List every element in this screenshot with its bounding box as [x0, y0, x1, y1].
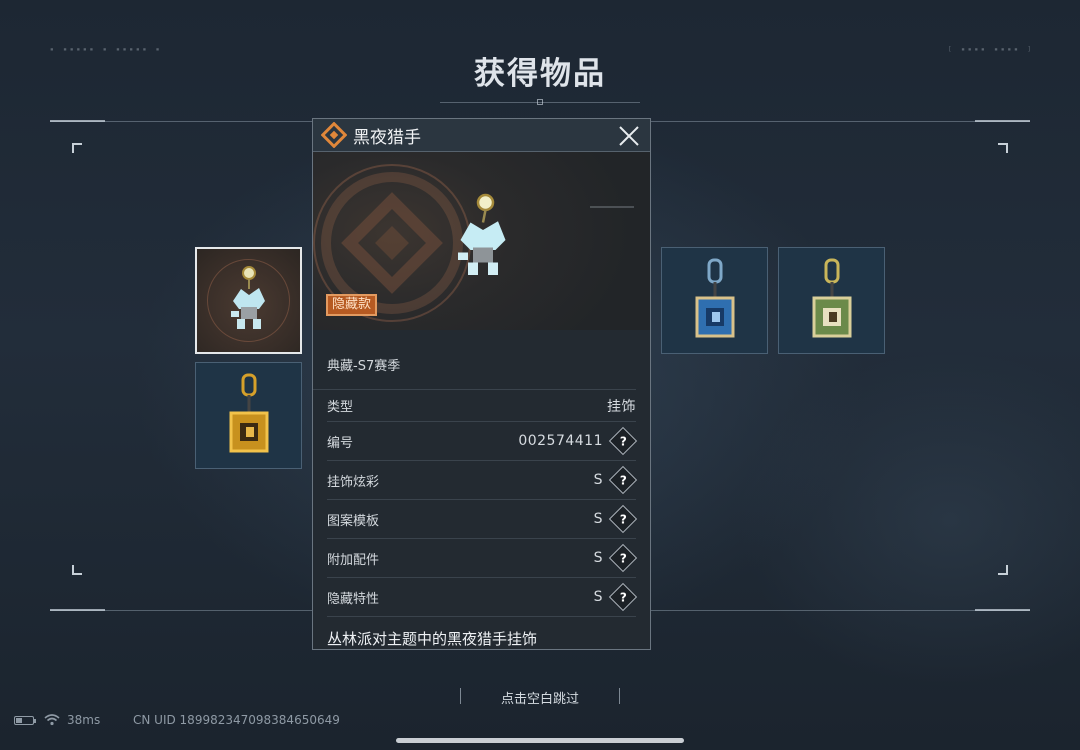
help-icon[interactable]: ?	[608, 582, 638, 612]
help-icon[interactable]: ?	[608, 465, 638, 495]
help-icon[interactable]: ?	[608, 426, 638, 456]
frame-corner	[998, 143, 1008, 153]
detail-value: S	[593, 472, 603, 488]
hud-tick	[975, 609, 1030, 611]
hud-tick	[50, 609, 105, 611]
item-tile-green-charm[interactable]	[778, 247, 885, 354]
battery-level	[16, 718, 22, 723]
dialog-header: 黑夜猎手	[313, 119, 650, 152]
frame-corner	[72, 565, 82, 575]
gold-block-charm-icon	[229, 373, 268, 452]
preview-deco-line	[590, 206, 634, 208]
detail-label: 编号	[327, 435, 354, 451]
detail-value: 002574411	[518, 433, 603, 449]
detail-value: S	[593, 550, 603, 566]
detail-row-type: 类型 挂饰	[327, 390, 636, 422]
frame-corner	[72, 143, 82, 153]
detail-label: 类型	[327, 400, 354, 415]
detail-value: S	[593, 589, 603, 605]
tile-ring	[207, 259, 290, 342]
detail-row-pattern: 图案模板 S ?	[327, 500, 638, 539]
item-tile-blue-charm[interactable]	[661, 247, 768, 354]
night-hunter-preview-icon	[458, 193, 506, 275]
item-description: 丛林派对主题中的黑夜猎手挂饰	[327, 630, 538, 648]
season-label: 典藏-S7赛季	[313, 330, 636, 390]
detail-label: 图案模板	[327, 513, 380, 529]
item-preview: 隐藏款	[313, 152, 650, 330]
hud-deco-text: [ ▪▪▪▪ ▪▪▪▪ ]	[948, 46, 1034, 53]
item-tile-gold-charm[interactable]	[195, 362, 302, 469]
ping-readout: 38ms	[67, 713, 101, 727]
hud-tick	[975, 120, 1030, 122]
dialog-title: 黑夜猎手	[353, 127, 421, 148]
green-block-charm-icon	[812, 258, 851, 337]
battery-icon	[14, 716, 36, 725]
hidden-variant-badge: 隐藏款	[326, 294, 378, 316]
wifi-icon	[44, 714, 60, 726]
blue-block-charm-icon	[695, 258, 734, 337]
hud-tick	[50, 120, 105, 122]
uid-readout: CN UID 18998234709838465064​9	[133, 713, 340, 727]
home-indicator[interactable]	[396, 738, 684, 743]
detail-row-colorway: 挂饰炫彩 S ?	[327, 461, 638, 500]
close-icon[interactable]	[616, 123, 642, 149]
skip-hint[interactable]: 点击空白跳过	[460, 688, 620, 707]
frame-corner	[998, 565, 1008, 575]
hud-deco-text: ▪ ▪▪▪▪▪ ▪ ▪▪▪▪▪ ▪	[50, 46, 163, 53]
detail-row-accessory: 附加配件 S ?	[327, 539, 638, 578]
detail-label: 隐藏特性	[327, 591, 380, 607]
detail-label: 挂饰炫彩	[327, 474, 380, 490]
detail-row-serial: 编号 002574411 ?	[327, 422, 638, 461]
help-icon[interactable]: ?	[608, 543, 638, 573]
item-tile-night-hunter[interactable]	[195, 247, 302, 354]
item-detail-dialog: 黑夜猎手 隐藏款 典藏-S7赛季 类型 挂饰 编号 002574411 ? 挂饰…	[312, 118, 651, 650]
page-title: 获得物品	[474, 56, 606, 92]
detail-value: 挂饰	[607, 398, 636, 415]
detail-value: S	[593, 511, 603, 527]
detail-row-hidden-trait: 隐藏特性 S ?	[327, 578, 638, 617]
hud-center-marker	[537, 99, 543, 105]
help-icon[interactable]: ?	[608, 504, 638, 534]
diamond-logo-icon	[321, 122, 347, 148]
detail-label: 附加配件	[327, 552, 380, 568]
